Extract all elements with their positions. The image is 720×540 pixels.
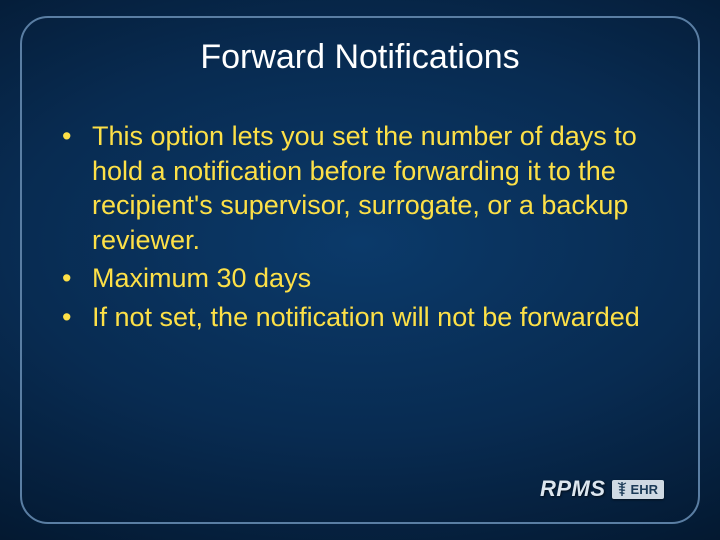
list-item: This option lets you set the number of d… bbox=[52, 119, 668, 257]
slide: Forward Notifications This option lets y… bbox=[0, 0, 720, 540]
bullet-list: This option lets you set the number of d… bbox=[52, 119, 668, 334]
rpms-logo-text: RPMS bbox=[540, 476, 606, 502]
footer-logo: RPMS EHR bbox=[540, 476, 664, 502]
list-item: If not set, the notification will not be… bbox=[52, 300, 668, 335]
slide-title: Forward Notifications bbox=[22, 38, 698, 77]
ehr-logo-text: EHR bbox=[631, 482, 658, 497]
list-item: Maximum 30 days bbox=[52, 261, 668, 296]
slide-body: This option lets you set the number of d… bbox=[52, 119, 668, 334]
caduceus-icon bbox=[616, 482, 628, 496]
ehr-badge: EHR bbox=[612, 480, 664, 499]
slide-frame: Forward Notifications This option lets y… bbox=[20, 16, 700, 524]
